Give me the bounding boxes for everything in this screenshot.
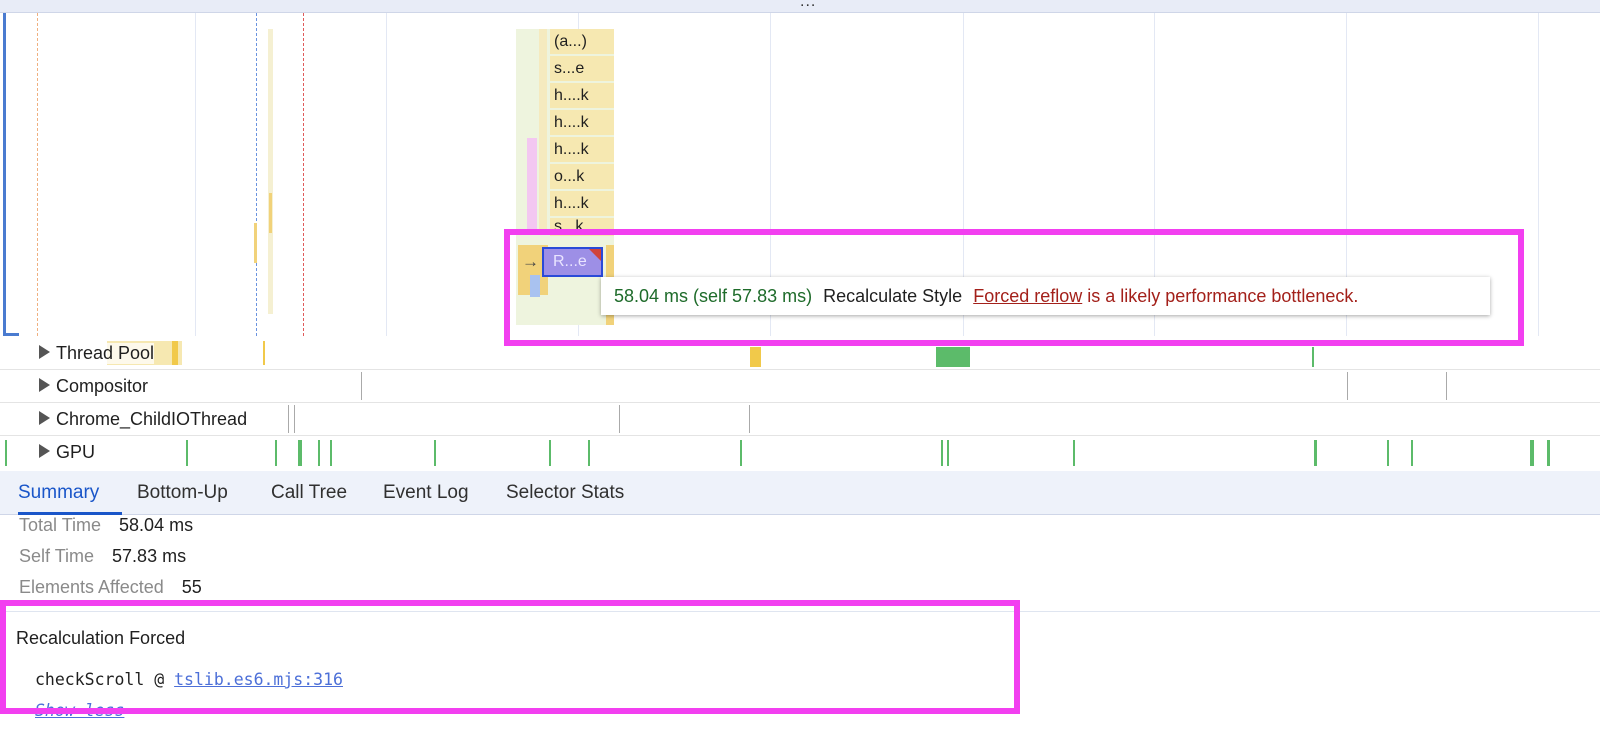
- tab-summary[interactable]: Summary: [18, 471, 122, 515]
- flame-stripe: [254, 223, 257, 263]
- track-event: [361, 372, 362, 400]
- expand-triangle-icon[interactable]: [39, 345, 50, 359]
- flame-stripe: [269, 193, 272, 233]
- summary-key: Elements Affected: [19, 577, 164, 597]
- marker-line: [256, 13, 257, 336]
- track-name: Compositor: [56, 376, 149, 397]
- details-tab-bar: Summary Bottom-Up Call Tree Event Log Se…: [0, 471, 1600, 515]
- track-event: [1314, 440, 1317, 466]
- track-event: [186, 440, 188, 466]
- grid-line: [386, 13, 387, 336]
- track-chrome-childiothread[interactable]: Chrome_ChildIOThread: [0, 403, 1600, 436]
- track-name: GPU: [56, 442, 96, 463]
- flame-frame[interactable]: h....k: [550, 191, 614, 216]
- track-gpu[interactable]: GPU: [0, 436, 1600, 470]
- track-name: Chrome_ChildIOThread: [56, 409, 248, 430]
- track-event: [5, 440, 7, 466]
- track-event: [750, 347, 761, 367]
- track-event: [749, 405, 750, 433]
- summary-total-time: Total Time 58.04 ms: [19, 515, 193, 536]
- marker-line: [37, 13, 38, 336]
- track-event: [1387, 440, 1389, 466]
- summary-key: Self Time: [19, 546, 95, 566]
- expand-triangle-icon[interactable]: [39, 378, 50, 392]
- tab-call-tree[interactable]: Call Tree: [271, 471, 347, 515]
- tab-selector-stats[interactable]: Selector Stats: [506, 471, 624, 515]
- track-event: [740, 440, 742, 466]
- track-event: [1530, 440, 1534, 466]
- track-bracket: [3, 13, 6, 336]
- summary-elements-affected: Elements Affected 55: [19, 577, 202, 598]
- flame-frame[interactable]: h....k: [550, 110, 614, 135]
- highlight-box-tooltip: [504, 229, 1524, 346]
- track-event: [263, 341, 265, 365]
- track-name: Thread Pool: [56, 343, 155, 364]
- track-event: [1446, 372, 1447, 400]
- grid-line: [1538, 13, 1539, 336]
- track-event: [1411, 440, 1413, 466]
- track-event: [549, 440, 551, 466]
- track-event: [434, 440, 436, 466]
- summary-value: 57.83 ms: [112, 546, 187, 566]
- track-compositor[interactable]: Compositor: [0, 370, 1600, 403]
- track-bracket: [3, 333, 19, 336]
- summary-value: 55: [181, 577, 202, 597]
- track-event: [619, 405, 620, 433]
- track-event: [1073, 440, 1075, 466]
- tab-event-log[interactable]: Event Log: [383, 471, 469, 515]
- track-event: [172, 341, 178, 365]
- track-event: [941, 440, 943, 466]
- track-event: [588, 440, 590, 466]
- track-event: [298, 440, 302, 466]
- flame-frame[interactable]: (a...): [550, 29, 614, 54]
- flame-frame[interactable]: o...k: [550, 164, 614, 189]
- track-event: [288, 405, 289, 433]
- marker-line: [303, 13, 304, 336]
- summary-self-time: Self Time 57.83 ms: [19, 546, 186, 567]
- grid-line: [195, 13, 196, 336]
- track-thread-pool[interactable]: Thread Pool: [0, 337, 1600, 370]
- track-event: [1547, 440, 1550, 466]
- summary-key: Total Time: [19, 515, 102, 535]
- flame-stripe: [527, 138, 537, 233]
- panel-resize-bar[interactable]: ...: [0, 0, 1600, 13]
- track-event: [936, 347, 970, 367]
- tab-bottom-up[interactable]: Bottom-Up: [137, 471, 228, 515]
- flame-stripe: [539, 29, 547, 229]
- track-event: [318, 440, 320, 466]
- summary-value: 58.04 ms: [119, 515, 194, 535]
- resize-handle-icon[interactable]: ...: [800, 0, 816, 11]
- expand-triangle-icon[interactable]: [39, 411, 50, 425]
- track-event: [1347, 372, 1348, 400]
- flame-frame[interactable]: h....k: [550, 137, 614, 162]
- track-event: [947, 440, 949, 466]
- expand-triangle-icon[interactable]: [39, 444, 50, 458]
- flame-frame[interactable]: s...e: [550, 56, 614, 81]
- highlight-box-recalculation: [0, 600, 1020, 714]
- flame-stripe: [268, 29, 273, 314]
- track-event: [1312, 347, 1314, 367]
- flame-frame[interactable]: h....k: [550, 83, 614, 108]
- track-event: [294, 405, 295, 433]
- track-event: [275, 440, 277, 466]
- track-event: [330, 440, 332, 466]
